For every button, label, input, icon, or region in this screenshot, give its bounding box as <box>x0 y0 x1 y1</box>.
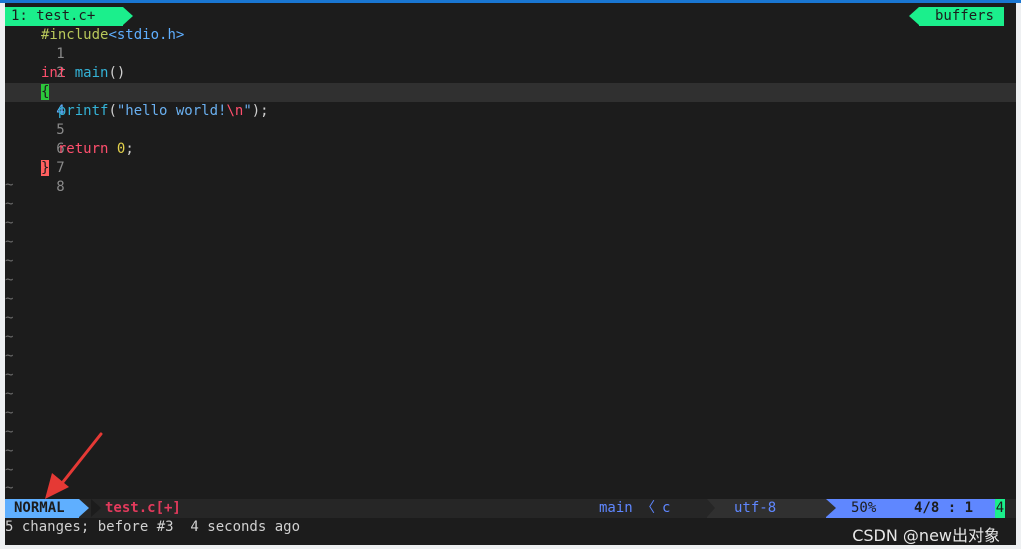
watermark: CSDN @new出对象 <box>852 526 1000 545</box>
red-arrow-icon <box>45 432 103 499</box>
vim-terminal[interactable]: 1: test.c+ buffers 1 #include<stdio.h> 2… <box>5 3 1016 545</box>
